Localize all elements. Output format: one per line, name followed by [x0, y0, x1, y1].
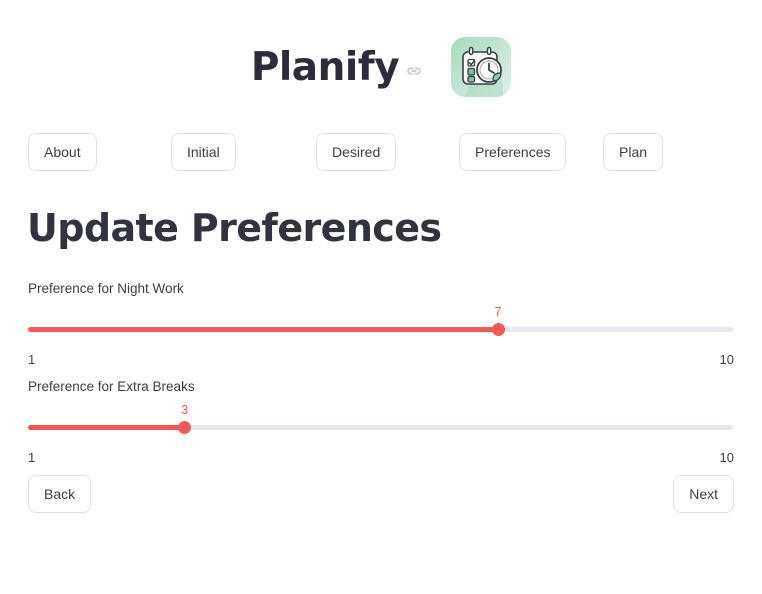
page-title: Update Preferences: [27, 206, 442, 250]
slider-value-night-work: 7: [494, 305, 502, 319]
slider-range-night-work: 1 10: [28, 352, 734, 370]
app-root: Planify About Initial Desired Preference…: [0, 0, 762, 594]
nav-button-desired[interactable]: Desired: [316, 133, 397, 171]
slider-min-extra-breaks: 1: [28, 450, 36, 465]
nav-button-preferences[interactable]: Preferences: [459, 133, 567, 171]
calendar-clock-icon: [451, 37, 512, 97]
nav-button-initial[interactable]: Initial: [171, 133, 236, 171]
slider-label-night-work: Preference for Night Work: [28, 281, 184, 296]
nav-button-plan[interactable]: Plan: [603, 133, 664, 171]
app-title: Planify: [250, 44, 400, 90]
back-button[interactable]: Back: [28, 475, 92, 513]
slider-max-extra-breaks: 10: [719, 450, 734, 465]
slider-night-work[interactable]: 7: [28, 305, 734, 351]
wizard-footer: Back Next: [28, 475, 734, 513]
slider-extra-breaks[interactable]: 3: [28, 403, 734, 449]
app-title-group: Planify: [251, 48, 423, 87]
link-icon[interactable]: [405, 62, 423, 80]
app-header: Planify: [0, 28, 762, 106]
next-button[interactable]: Next: [673, 475, 734, 513]
slider-fill-night-work: [28, 327, 498, 332]
slider-max-night-work: 10: [719, 352, 734, 367]
slider-range-extra-breaks: 1 10: [28, 450, 734, 468]
slider-thumb-night-work[interactable]: [491, 323, 505, 336]
slider-thumb-extra-breaks[interactable]: [178, 421, 192, 434]
slider-value-extra-breaks: 3: [181, 403, 189, 417]
step-nav: About Initial Desired Preferences Plan: [28, 133, 734, 171]
slider-group-night-work: Preference for Night Work 7 1 10: [28, 281, 734, 370]
slider-label-extra-breaks: Preference for Extra Breaks: [28, 379, 195, 394]
slider-min-night-work: 1: [28, 352, 36, 367]
slider-group-extra-breaks: Preference for Extra Breaks 3 1 10: [28, 379, 734, 468]
slider-fill-extra-breaks: [28, 425, 185, 430]
nav-button-about[interactable]: About: [28, 133, 97, 171]
